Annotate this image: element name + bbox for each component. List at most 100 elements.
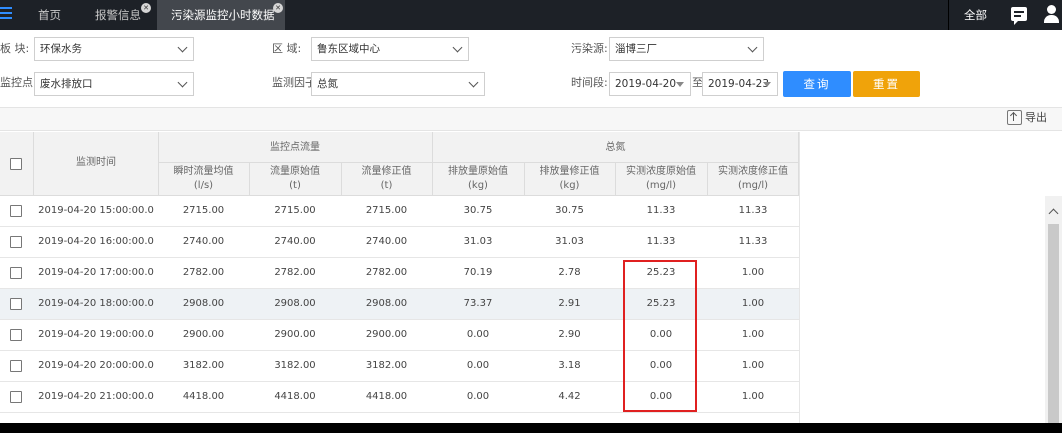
cell-concentration-corrected: 11.33	[738, 205, 768, 216]
row-checkbox[interactable]	[10, 298, 22, 310]
start-date-input[interactable]: 2019-04-20	[609, 72, 691, 96]
table-row[interactable]: 2019-04-20 20:00:00.0 3182.00 3182.00 31…	[0, 351, 799, 382]
end-date-input[interactable]: 2019-04-23	[702, 72, 778, 96]
window-bottom-edge	[0, 423, 1062, 433]
cell-instant-flow: 2715.00	[182, 205, 225, 216]
table-row[interactable]: 2019-04-20 15:00:00.0 2715.00 2715.00 27…	[0, 196, 799, 227]
cell-flow-raw: 4418.00	[274, 391, 316, 402]
message-icon[interactable]	[1011, 7, 1027, 25]
cell-time: 2019-04-20 15:00:00.0	[38, 205, 154, 216]
menu-icon[interactable]	[0, 4, 14, 24]
cell-time: 2019-04-20 18:00:00.0	[38, 298, 154, 309]
monitor-point-label: 监控点:	[0, 76, 37, 89]
cell-flow-corrected: 4418.00	[365, 391, 408, 402]
source-value: 淄博三厂	[615, 43, 657, 55]
close-icon[interactable]: ✕	[141, 3, 151, 13]
col-header-flow-raw: 流量原始值 (t)	[249, 165, 341, 193]
cell-time: 2019-04-20 17:00:00.0	[38, 267, 154, 278]
col-header-flow-corrected: 流量修正值 (t)	[341, 165, 432, 193]
monitor-point-value: 废水排放口	[40, 78, 93, 90]
dropdown-arrow-icon	[676, 82, 684, 87]
table-row[interactable]: 2019-04-20 18:00:00.0 2908.00 2908.00 29…	[0, 289, 799, 320]
cell-flow-corrected: 3182.00	[365, 360, 408, 371]
select-all-checkbox[interactable]	[10, 158, 22, 170]
row-checkbox[interactable]	[10, 329, 22, 341]
all-menu-link[interactable]: 全部	[964, 0, 987, 30]
scrollbar-thumb[interactable]	[1048, 224, 1059, 424]
tab-pollution-hourly-data[interactable]: 污染源监控小时数据	[157, 0, 285, 30]
chevron-down-icon	[468, 77, 479, 88]
reset-button[interactable]: 重置	[853, 71, 920, 97]
col-header-name: 实测浓度修正值	[718, 166, 788, 177]
col-group-flow: 监控点流量	[270, 142, 320, 153]
row-checkbox[interactable]	[10, 391, 22, 403]
row-checkbox[interactable]	[10, 360, 22, 372]
col-header-name: 流量修正值	[361, 166, 412, 177]
table-row[interactable]: 2019-04-20 21:00:00.0 4418.00 4418.00 44…	[0, 382, 799, 413]
factor-value: 总氮	[317, 78, 338, 90]
cell-flow-corrected: 2908.00	[365, 298, 408, 309]
factor-select[interactable]: 总氮	[311, 72, 485, 96]
col-header-unit: (mg/l)	[645, 180, 677, 191]
tab-alarm-info[interactable]: 报警信息	[95, 0, 141, 30]
col-header-unit: (kg)	[468, 180, 488, 191]
cell-flow-raw: 2740.00	[274, 236, 316, 247]
chevron-down-icon	[452, 42, 463, 53]
table-row[interactable]: 2019-04-20 17:00:00.0 2782.00 2782.00 27…	[0, 258, 799, 289]
cell-concentration-corrected: 1.00	[741, 391, 765, 402]
col-header-concentration-corrected: 实测浓度修正值 (mg/l)	[707, 165, 799, 193]
col-header-unit: (t)	[380, 180, 393, 191]
col-group-total-nitrogen: 总氮	[605, 142, 626, 153]
chevron-down-icon	[177, 42, 188, 53]
cell-emission-raw: 31.03	[463, 236, 493, 247]
row-checkbox[interactable]	[10, 236, 22, 248]
export-icon[interactable]	[1007, 110, 1022, 125]
table-row[interactable]: 2019-04-20 16:00:00.0 2740.00 2740.00 27…	[0, 227, 799, 258]
cell-emission-corrected: 2.78	[558, 267, 581, 278]
sector-value: 环保水务	[40, 43, 82, 55]
start-date-value: 2019-04-20	[615, 78, 677, 90]
col-header-concentration-raw: 实测浓度原始值 (mg/l)	[615, 165, 707, 193]
chevron-down-icon	[177, 77, 188, 88]
cell-concentration-raw: 25.23	[646, 267, 676, 278]
region-value: 鲁东区域中心	[317, 43, 380, 55]
col-header-name: 排放量原始值	[448, 166, 508, 177]
nav-divider	[948, 0, 949, 30]
col-header-emission-corrected: 排放量修正值 (kg)	[524, 165, 615, 193]
cell-concentration-corrected: 1.00	[741, 360, 765, 371]
cell-emission-raw: 73.37	[463, 298, 493, 309]
cell-flow-corrected: 2715.00	[365, 205, 408, 216]
col-header-instant-flow: 瞬时流量均值 (l/s)	[158, 165, 249, 193]
cell-concentration-raw: 25.23	[646, 298, 676, 309]
cell-emission-corrected: 3.18	[558, 360, 581, 371]
monitor-point-select[interactable]: 废水排放口	[34, 72, 194, 96]
source-select[interactable]: 淄博三厂	[609, 37, 764, 61]
cell-time: 2019-04-20 16:00:00.0	[38, 236, 154, 247]
cell-flow-corrected: 2740.00	[365, 236, 408, 247]
cell-concentration-corrected: 11.33	[738, 236, 768, 247]
cell-instant-flow: 2782.00	[182, 267, 225, 278]
cell-flow-corrected: 2782.00	[365, 267, 408, 278]
sector-label: 板 块:	[0, 42, 30, 55]
cell-emission-corrected: 30.75	[555, 205, 584, 216]
cell-flow-raw: 2908.00	[274, 298, 316, 309]
sector-select[interactable]: 环保水务	[34, 37, 194, 61]
cell-instant-flow: 2908.00	[182, 298, 225, 309]
region-label: 区 域:	[272, 42, 302, 55]
row-checkbox[interactable]	[10, 267, 22, 279]
header-divider	[158, 162, 799, 163]
tab-home[interactable]: 首页	[38, 0, 61, 30]
user-icon[interactable]	[1043, 5, 1059, 23]
export-button[interactable]: 导出	[1025, 110, 1047, 126]
col-header-unit: (kg)	[559, 180, 580, 191]
query-button[interactable]: 查询	[783, 71, 851, 97]
cell-emission-corrected: 2.91	[558, 298, 581, 309]
row-checkbox[interactable]	[10, 205, 22, 217]
region-select[interactable]: 鲁东区域中心	[311, 37, 469, 61]
cell-concentration-raw: 0.00	[649, 360, 673, 371]
cell-emission-corrected: 31.03	[555, 236, 584, 247]
period-label: 时间段:	[571, 76, 608, 89]
cell-instant-flow: 2900.00	[182, 329, 225, 340]
table-row[interactable]: 2019-04-20 19:00:00.0 2900.00 2900.00 29…	[0, 320, 799, 351]
close-icon[interactable]: ✕	[273, 3, 283, 13]
